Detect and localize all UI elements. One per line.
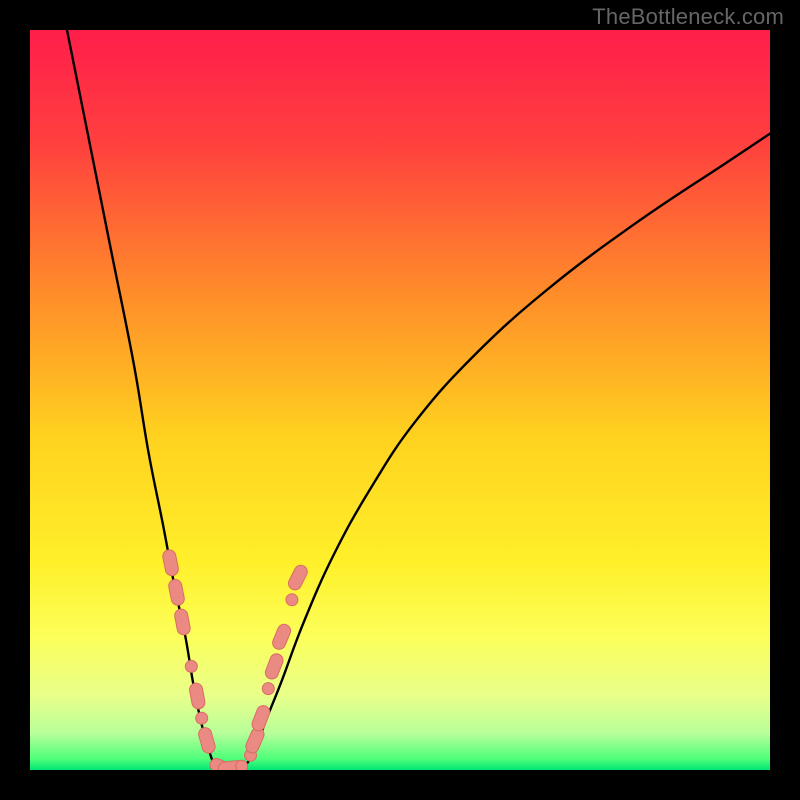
watermark-text: TheBottleneck.com xyxy=(592,4,784,30)
marker-pill xyxy=(250,704,272,733)
marker-dot xyxy=(185,660,197,672)
marker-dot xyxy=(196,712,208,724)
marker-dot xyxy=(286,594,298,606)
chart-frame: TheBottleneck.com xyxy=(0,0,800,800)
marker-pill xyxy=(271,622,293,651)
marker-dot xyxy=(262,683,274,695)
marker-pill xyxy=(168,578,186,606)
marker-pill xyxy=(189,682,206,710)
plot-area xyxy=(30,30,770,770)
marker-pill xyxy=(197,726,217,755)
marker-dot xyxy=(236,760,248,770)
marker-pill xyxy=(263,652,284,681)
bottleneck-curve xyxy=(67,30,770,769)
marker-pill xyxy=(286,563,309,592)
marker-pill xyxy=(162,549,180,577)
marker-pill xyxy=(174,608,192,636)
curve-layer xyxy=(30,30,770,770)
